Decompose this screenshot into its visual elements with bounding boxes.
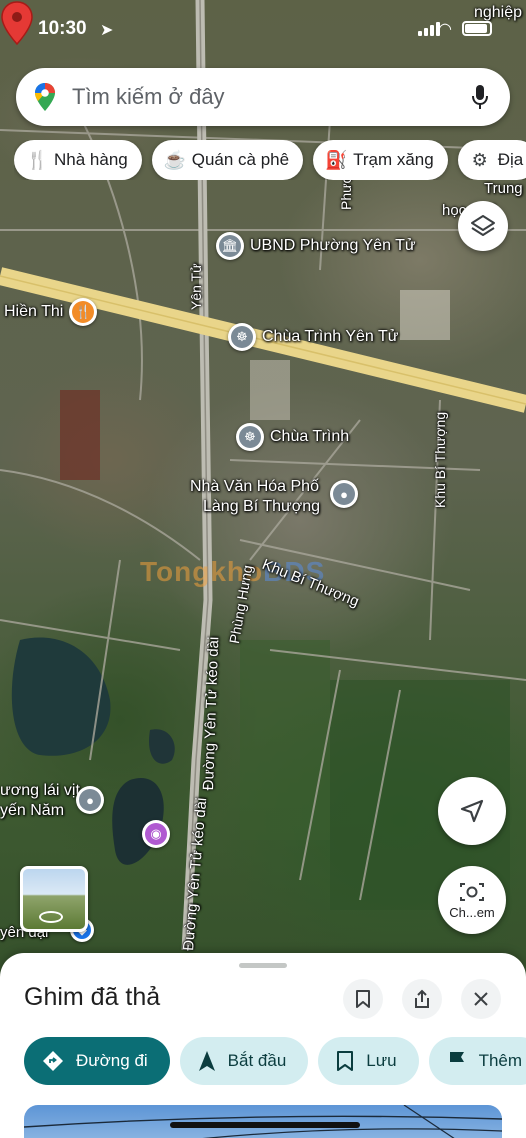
share-button[interactable] xyxy=(402,979,442,1019)
temple-icon: ☸ xyxy=(228,323,256,351)
camera-icon xyxy=(460,882,484,901)
maps-logo-icon xyxy=(35,83,55,111)
chip-gas[interactable]: ⛽ Trạm xăng xyxy=(313,140,448,180)
flag-icon xyxy=(449,1052,464,1071)
map-label-yen-tu-road: Yên Tử xyxy=(188,263,204,310)
poi-chua-trinh[interactable]: ☸ Chùa Trình xyxy=(236,423,349,451)
save-button[interactable]: Lưu xyxy=(318,1037,419,1085)
layers-icon xyxy=(471,215,495,236)
search-input[interactable] xyxy=(72,84,442,110)
bookmark-icon xyxy=(356,990,370,1008)
restaurant-pin-icon: 🍴 xyxy=(69,298,98,326)
lens-label: Ch...em xyxy=(449,904,495,920)
map-label-luong-lai-vit: ương lái vịt xyxy=(0,782,80,799)
my-location-button[interactable] xyxy=(438,777,506,845)
status-bar: 10:30 ➤ ◠ xyxy=(0,0,526,56)
battery-icon xyxy=(462,21,492,36)
location-arrow-icon: ➤ xyxy=(100,22,114,39)
map-label-yen-nam: yến Năm xyxy=(0,802,65,819)
poi-chua-trinh-yen-tu[interactable]: ☸ Chùa Trình Yên Tử xyxy=(228,323,398,351)
share-icon xyxy=(415,989,429,1008)
government-icon: 🏛 xyxy=(216,232,244,260)
sheet-drag-handle[interactable] xyxy=(239,963,287,968)
poi-ubnd[interactable]: 🏛 UBND Phường Yên Tử xyxy=(216,232,416,260)
poi-hien-thi[interactable]: Hiền Thi 🍴 xyxy=(4,298,98,326)
directions-button[interactable]: Đường đi xyxy=(24,1037,170,1085)
action-buttons: Đường đi Bắt đầu Lưu Thêm xyxy=(24,1037,526,1085)
navigation-icon xyxy=(198,1051,215,1071)
wifi-icon: ◠ xyxy=(438,21,452,38)
start-button[interactable]: Bắt đầu xyxy=(179,1037,309,1085)
coffee-icon: ☕ xyxy=(163,149,187,170)
lens-button[interactable]: Ch...em xyxy=(438,866,506,934)
street-view-thumbnail[interactable] xyxy=(20,866,88,932)
street-view-icon xyxy=(39,911,63,923)
sheet-title: Ghim đã thả xyxy=(24,983,161,1011)
chip-restaurants[interactable]: 🍴 Nhà hàng xyxy=(14,140,142,180)
search-bar[interactable] xyxy=(16,68,510,126)
camera-pin-icon[interactable]: ◉ xyxy=(142,820,170,848)
status-time: 10:30 xyxy=(38,18,87,39)
map-label-lang-bi-thuong: Làng Bí Thượng xyxy=(203,498,320,515)
navigation-arrow-icon xyxy=(460,799,484,823)
directions-icon xyxy=(43,1051,63,1071)
signal-icon xyxy=(418,22,440,36)
home-indicator[interactable] xyxy=(170,1122,360,1128)
mic-icon[interactable] xyxy=(472,84,488,110)
place-pin-icon[interactable]: ● xyxy=(330,480,358,508)
map-label-khu-bi-thuong-vertical: Khu Bí Thượng xyxy=(432,411,448,508)
restaurant-icon: 🍴 xyxy=(26,149,49,170)
map-label-trung: Trung xyxy=(484,180,523,197)
place-pin-icon[interactable]: ● xyxy=(76,786,104,814)
temple-icon: ☸ xyxy=(236,423,264,451)
more-button[interactable]: Thêm xyxy=(428,1037,526,1085)
bottom-sheet: Ghim đã thả Đường đi Bắt đầu Lưu Thêm xyxy=(0,953,526,1138)
chip-attractions[interactable]: ⚙ Địa xyxy=(457,140,526,180)
bookmark-icon xyxy=(337,1051,354,1071)
category-chips: 🍴 Nhà hàng ☕ Quán cà phê ⛽ Trạm xăng ⚙ Đ… xyxy=(14,140,526,180)
save-icon-button[interactable] xyxy=(343,979,383,1019)
close-icon xyxy=(474,992,488,1006)
attractions-icon: ⚙ xyxy=(471,149,488,170)
chip-coffee[interactable]: ☕ Quán cà phê xyxy=(151,140,304,180)
gas-station-icon: ⛽ xyxy=(325,149,348,170)
map-label-nha-van-hoa: Nhà Văn Hóa Phố xyxy=(190,478,319,495)
layers-button[interactable] xyxy=(458,201,508,251)
close-button[interactable] xyxy=(461,979,501,1019)
